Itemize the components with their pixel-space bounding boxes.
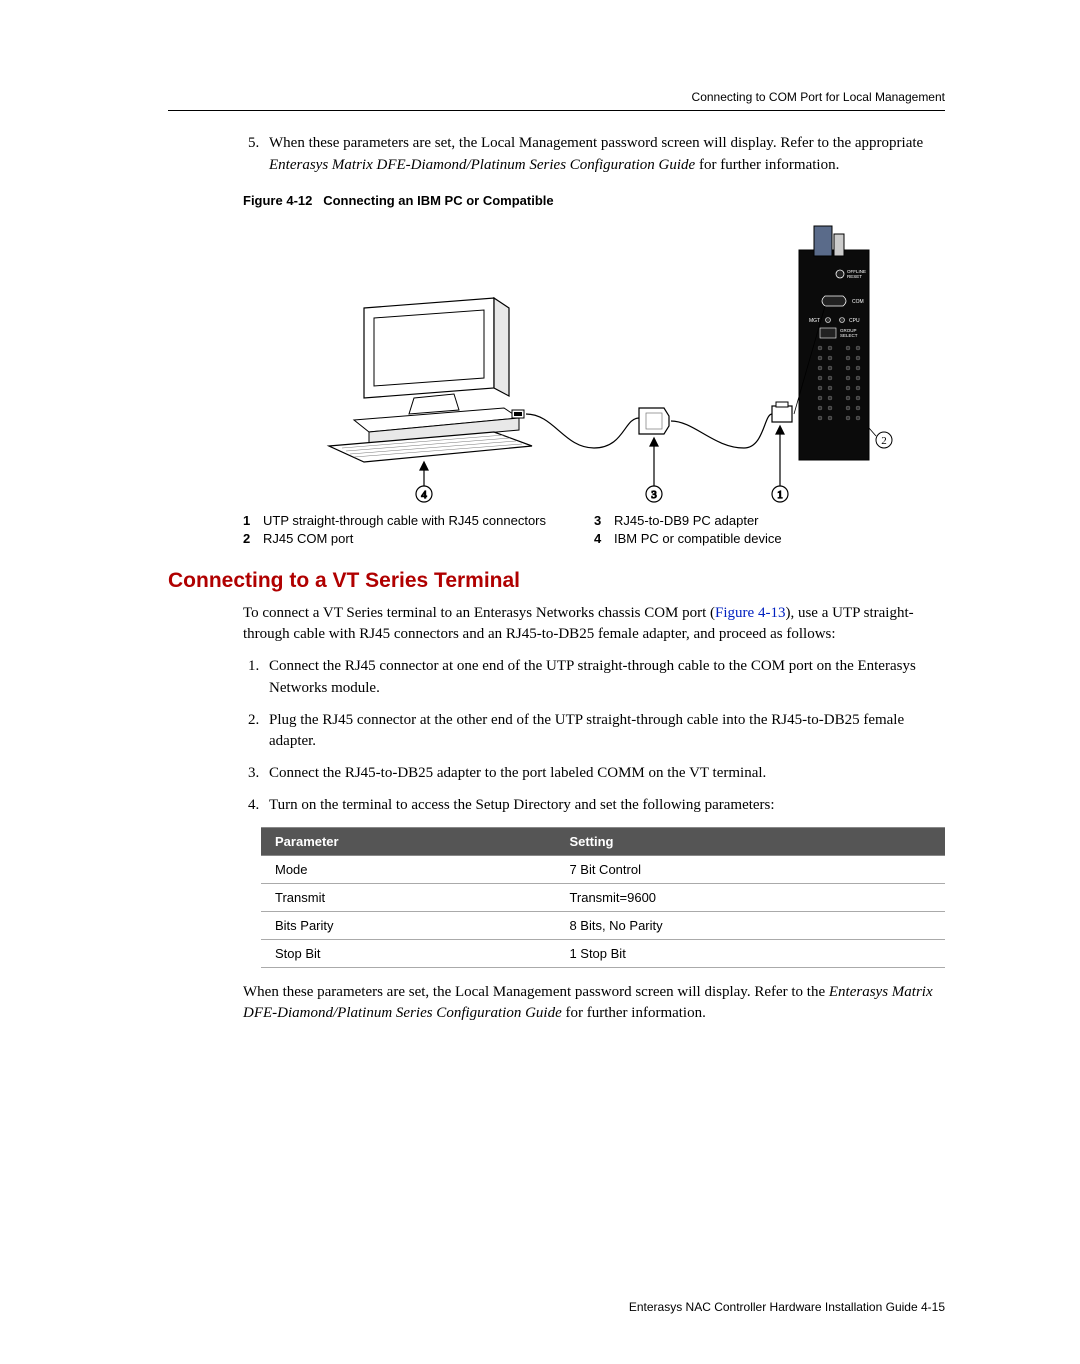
callout-2: 2 bbox=[881, 435, 887, 447]
table-row: TransmitTransmit=9600 bbox=[261, 883, 945, 911]
closing-a: When these parameters are set, the Local… bbox=[243, 984, 829, 1000]
proc-step-1: Connect the RJ45 connector at one end of… bbox=[263, 656, 945, 700]
pc-icon bbox=[329, 298, 532, 462]
procedure-list: Connect the RJ45 connector at one end of… bbox=[243, 656, 945, 817]
intro-a: To connect a VT Series terminal to an En… bbox=[243, 605, 715, 621]
section-body: To connect a VT Series terminal to an En… bbox=[243, 603, 945, 1026]
step-list-continued: When these parameters are set, the Local… bbox=[243, 133, 945, 177]
svg-text:1: 1 bbox=[777, 489, 783, 501]
page: Connecting to COM Port for Local Managem… bbox=[0, 0, 1080, 1364]
figure-label: Figure 4-12 bbox=[243, 193, 312, 208]
cell-setting: 1 Stop Bit bbox=[555, 939, 945, 967]
step5-italic: Enterasys Matrix DFE-Diamond/Platinum Se… bbox=[269, 157, 695, 173]
figure-4-13-link[interactable]: Figure 4-13 bbox=[715, 605, 785, 621]
legend-num-2: 2 bbox=[243, 531, 263, 546]
step-5: When these parameters are set, the Local… bbox=[263, 133, 945, 177]
svg-text:3: 3 bbox=[651, 489, 657, 501]
figure-legend: 1UTP straight-through cable with RJ45 co… bbox=[243, 513, 945, 549]
running-header: Connecting to COM Port for Local Managem… bbox=[168, 90, 945, 111]
parameter-table: Parameter Setting Mode7 Bit Control Tran… bbox=[261, 827, 945, 968]
proc-step-4: Turn on the terminal to access the Setup… bbox=[263, 795, 945, 817]
legend-text-1: UTP straight-through cable with RJ45 con… bbox=[263, 513, 594, 528]
module-label-cpu: CPU bbox=[849, 318, 860, 324]
figure-4-12: OFFLINE RESET COM MGT CPU GROUP SELECT bbox=[294, 218, 894, 503]
cell-setting: 7 Bit Control bbox=[555, 855, 945, 883]
step5-text-b: for further information. bbox=[695, 157, 839, 173]
content-block: When these parameters are set, the Local… bbox=[243, 133, 945, 549]
module-label-mgt: MGT bbox=[809, 318, 820, 324]
cable-adapter-to-plug bbox=[671, 414, 772, 448]
cell-param: Stop Bit bbox=[261, 939, 555, 967]
module-label-select: SELECT bbox=[840, 333, 858, 338]
cell-param: Transmit bbox=[261, 883, 555, 911]
intro-paragraph: To connect a VT Series terminal to an En… bbox=[243, 603, 945, 647]
module-label-reset: RESET bbox=[847, 274, 862, 279]
section-heading: Connecting to a VT Series Terminal bbox=[168, 569, 945, 593]
rj45-plug-icon bbox=[772, 402, 792, 422]
cell-setting: 8 Bits, No Parity bbox=[555, 911, 945, 939]
figure-title: Connecting an IBM PC or Compatible bbox=[323, 193, 553, 208]
page-footer: Enterasys NAC Controller Hardware Instal… bbox=[629, 1300, 945, 1314]
legend-text-3: RJ45-to-DB9 PC adapter bbox=[614, 513, 945, 528]
cable-pc-to-adapter bbox=[526, 414, 639, 448]
figure-caption: Figure 4-12 Connecting an IBM PC or Comp… bbox=[243, 193, 945, 208]
cell-setting: Transmit=9600 bbox=[555, 883, 945, 911]
step5-text-a: When these parameters are set, the Local… bbox=[269, 135, 923, 151]
cell-param: Bits Parity bbox=[261, 911, 555, 939]
proc-step-3: Connect the RJ45-to-DB25 adapter to the … bbox=[263, 763, 945, 785]
legend-num-1: 1 bbox=[243, 513, 263, 528]
table-row: Stop Bit1 Stop Bit bbox=[261, 939, 945, 967]
table-row: Bits Parity8 Bits, No Parity bbox=[261, 911, 945, 939]
adapter-icon bbox=[639, 408, 669, 434]
closing-b: for further information. bbox=[562, 1005, 706, 1021]
proc-step-2: Plug the RJ45 connector at the other end… bbox=[263, 710, 945, 754]
th-parameter: Parameter bbox=[261, 827, 555, 855]
cell-param: Mode bbox=[261, 855, 555, 883]
closing-paragraph: When these parameters are set, the Local… bbox=[243, 982, 945, 1026]
legend-text-4: IBM PC or compatible device bbox=[614, 531, 945, 546]
legend-num-4: 4 bbox=[594, 531, 614, 546]
legend-text-2: RJ45 COM port bbox=[263, 531, 594, 546]
table-row: Mode7 Bit Control bbox=[261, 855, 945, 883]
th-setting: Setting bbox=[555, 827, 945, 855]
legend-num-3: 3 bbox=[594, 513, 614, 528]
svg-text:4: 4 bbox=[421, 489, 427, 501]
module-label-com: COM bbox=[852, 299, 864, 305]
module-icon: OFFLINE RESET COM MGT CPU GROUP SELECT bbox=[799, 226, 869, 460]
figure-svg: OFFLINE RESET COM MGT CPU GROUP SELECT bbox=[294, 218, 894, 503]
